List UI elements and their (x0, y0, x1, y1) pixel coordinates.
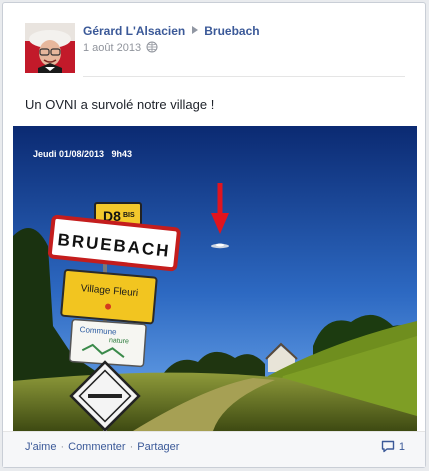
red-arrow (217, 183, 223, 215)
ufo-photo: Jeudi 01/08/2013 9h43 D8 BIS BRUEBACH Vi… (13, 126, 417, 431)
comment-count: 1 (398, 441, 405, 453)
like-link[interactable]: J'aime (25, 441, 56, 453)
timestamp-overlay: Jeudi 01/08/2013 9h43 (33, 149, 132, 159)
avatar[interactable] (25, 23, 75, 73)
post-text: Un OVNI a survolé notre village ! (25, 97, 215, 112)
header-divider (83, 76, 405, 77)
sign-road-suffix: BIS (123, 212, 135, 219)
post-date[interactable]: 1 août 2013 (83, 42, 141, 54)
post-photo[interactable]: Jeudi 01/08/2013 9h43 D8 BIS BRUEBACH Vi… (13, 126, 417, 431)
post-header: Gérard L'Alsacien Bruebach (83, 24, 260, 38)
post-card: Gérard L'Alsacien Bruebach 1 août 2013 Un… (2, 2, 426, 468)
action-separator: · (60, 441, 65, 453)
action-separator: · (129, 441, 134, 453)
comment-link[interactable]: Commenter (68, 441, 125, 453)
globe-icon[interactable] (146, 41, 158, 56)
post-meta: 1 août 2013 (83, 41, 158, 56)
post-actions-bar: J'aime · Commenter · Partager 1 (3, 431, 425, 467)
comment-count-button[interactable]: 1 (381, 440, 405, 453)
author-link[interactable]: Gérard L'Alsacien (83, 24, 185, 38)
avatar-image (25, 23, 75, 73)
caret-right-icon (192, 26, 199, 34)
post-actions: J'aime · Commenter · Partager (25, 441, 179, 453)
sign-nature: nature (109, 337, 129, 345)
target-link[interactable]: Bruebach (204, 24, 259, 38)
share-link[interactable]: Partager (137, 441, 179, 453)
comment-bubble-icon (381, 440, 395, 453)
